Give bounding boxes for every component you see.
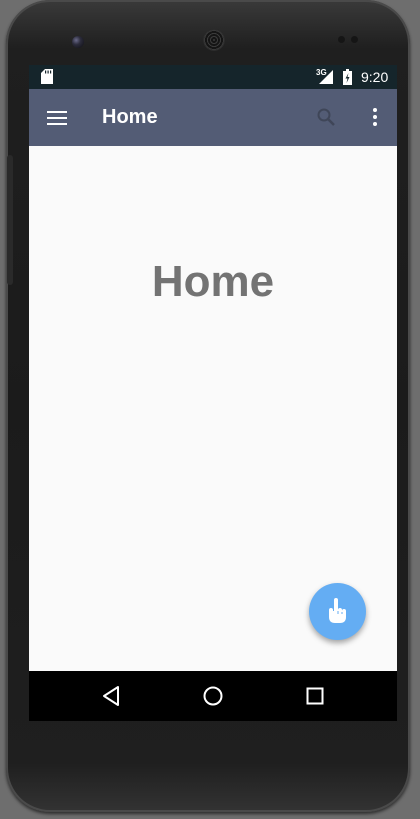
menu-button[interactable]	[45, 106, 69, 130]
home-icon[interactable]	[202, 685, 224, 707]
battery-charging-icon	[343, 69, 352, 85]
floating-action-button[interactable]	[309, 583, 366, 640]
back-icon[interactable]	[101, 685, 121, 707]
proximity-sensor	[338, 36, 345, 43]
signal-icon	[319, 70, 333, 84]
app-bar: Home	[29, 89, 397, 146]
front-camera	[72, 36, 84, 48]
earpiece-speaker	[203, 29, 225, 51]
recents-icon[interactable]	[305, 686, 325, 706]
app-bar-title: Home	[102, 106, 158, 128]
page-heading: Home	[151, 257, 275, 306]
screen: 3G 9:20 Home Home	[29, 65, 397, 721]
status-time: 9:20	[361, 69, 389, 85]
menu-icon	[47, 111, 67, 125]
more-vert-icon	[373, 108, 377, 126]
search-icon	[317, 108, 335, 126]
phone-frame: 3G 9:20 Home Home	[6, 0, 410, 812]
hand-pointer-icon	[329, 598, 346, 623]
sd-card-icon	[41, 69, 53, 84]
more-options-button[interactable]	[363, 105, 387, 129]
navigation-bar	[29, 671, 397, 721]
search-button[interactable]	[314, 105, 338, 129]
light-sensor	[351, 36, 358, 43]
side-button	[7, 155, 13, 285]
status-bar: 3G 9:20	[29, 65, 397, 89]
